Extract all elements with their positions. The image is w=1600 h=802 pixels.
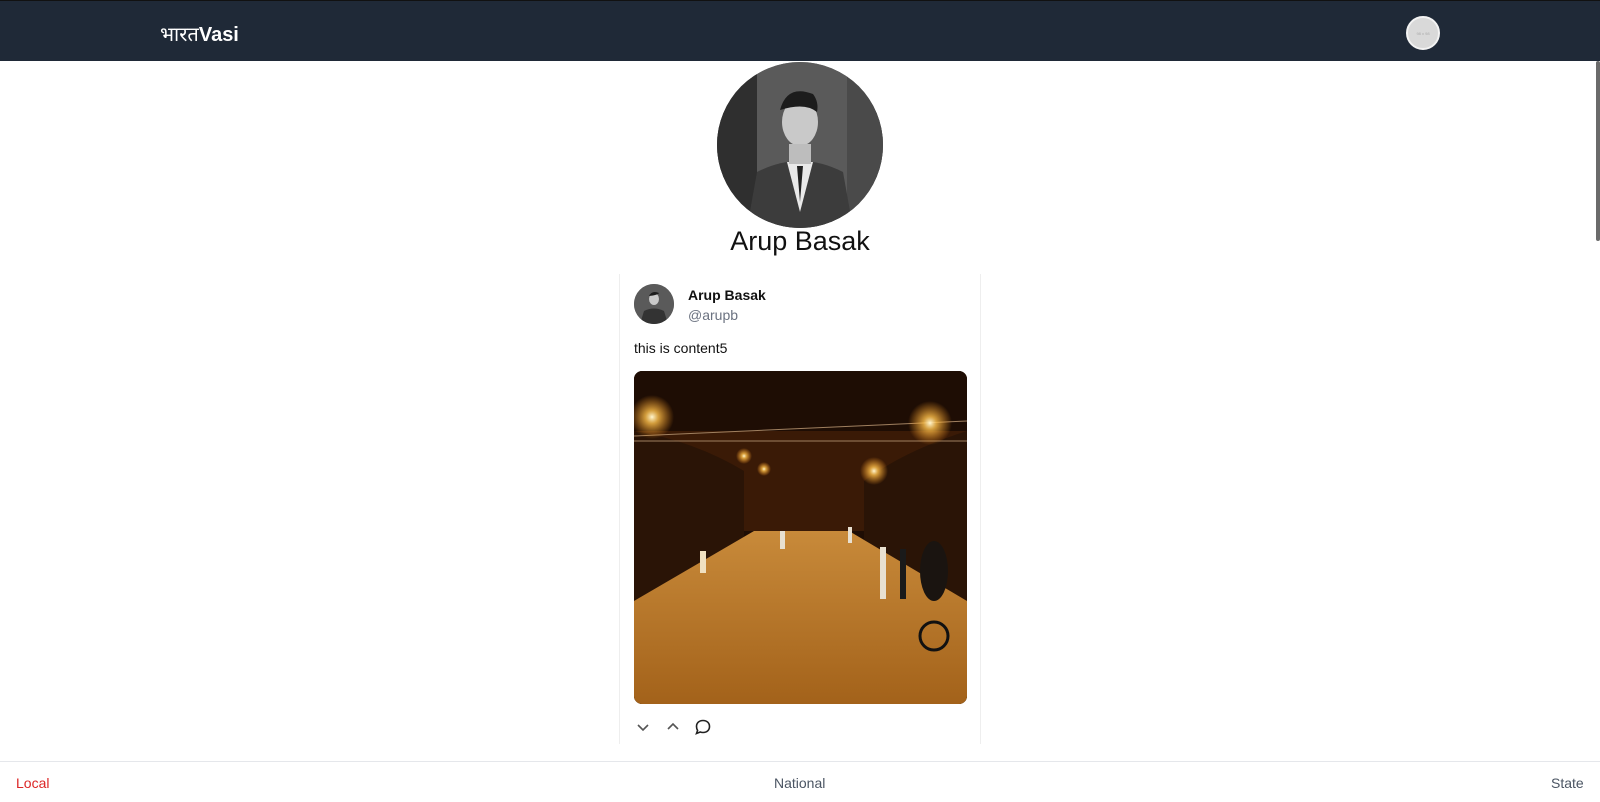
brand-part-vasi: Vasi: [198, 24, 239, 46]
scrollbar[interactable]: [1596, 61, 1600, 241]
post-author-avatar[interactable]: [634, 284, 674, 324]
tab-state[interactable]: State: [1551, 775, 1584, 791]
post-card: Arup Basak @arupb this is content5: [619, 274, 981, 744]
tab-local[interactable]: Local: [16, 775, 49, 791]
post-author-name[interactable]: Arup Basak: [688, 287, 766, 303]
tab-national[interactable]: National: [774, 775, 825, 791]
chevron-down-icon: [637, 724, 649, 732]
comment-icon: [695, 719, 711, 735]
post-author-handle[interactable]: @arupb: [688, 307, 738, 323]
chevron-up-icon: [667, 722, 679, 730]
avatar-placeholder-text: 98 x 98: [1416, 30, 1430, 36]
user-avatar-button[interactable]: 98 x 98: [1406, 16, 1440, 50]
post-actions: [634, 718, 712, 736]
post-image[interactable]: [634, 371, 967, 704]
downvote-button[interactable]: [634, 718, 652, 736]
brand-logo[interactable]: भारत Vasi: [160, 20, 239, 47]
bottom-tab-bar: Local National State: [0, 761, 1600, 802]
profile-photo: [717, 62, 883, 228]
post-content: this is content5: [634, 340, 728, 356]
top-navbar: भारत Vasi 98 x 98: [0, 0, 1600, 61]
upvote-button[interactable]: [664, 718, 682, 736]
brand-part-hindi: भारत: [160, 24, 199, 46]
comment-button[interactable]: [694, 718, 712, 736]
profile-name: Arup Basak: [730, 226, 870, 256]
